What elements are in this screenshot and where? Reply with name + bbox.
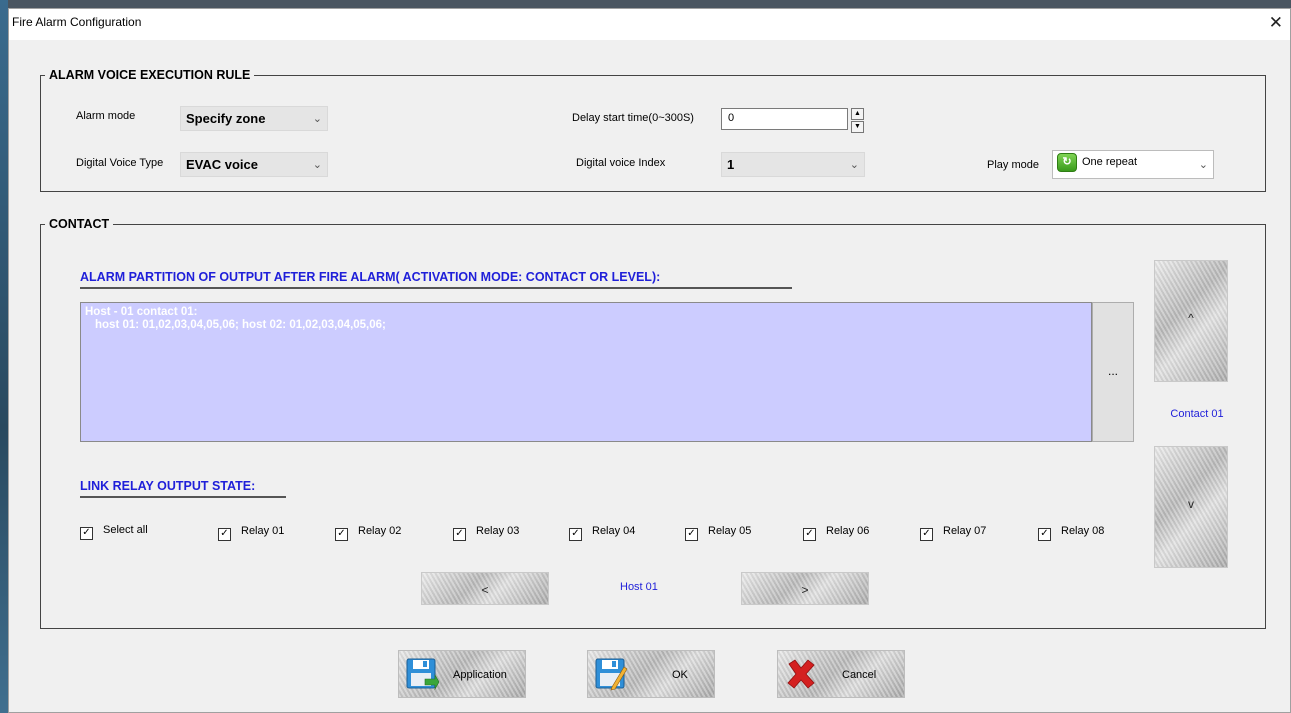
relay-02-label: Relay 02: [358, 525, 402, 537]
checkbox-checked-icon: ✓: [335, 528, 348, 541]
voice-type-label: Digital Voice Type: [76, 157, 164, 169]
checkbox-checked-icon: ✓: [1038, 528, 1051, 541]
delay-start-label: Delay start time(0~300S): [572, 112, 694, 124]
relay-01-label: Relay 01: [241, 525, 285, 537]
chevron-down-icon: ⌄: [1198, 159, 1208, 171]
relay-04-checkbox[interactable]: ✓ Relay 04: [569, 525, 635, 541]
relay-07-label: Relay 07: [943, 525, 987, 537]
checkbox-checked-icon: ✓: [685, 528, 698, 541]
title-bar: Fire Alarm Configuration ✕: [9, 9, 1290, 40]
partition-line-2: host 01: 01,02,03,04,05,06; host 02: 01,…: [95, 319, 386, 331]
contact-up-button[interactable]: ^: [1154, 260, 1228, 382]
host-prev-button[interactable]: <: [421, 572, 549, 605]
ok-button[interactable]: OK: [587, 650, 715, 698]
delay-start-input[interactable]: 0: [721, 108, 848, 130]
contact-label: Contact 01: [1170, 408, 1224, 420]
relay-03-label: Relay 03: [476, 525, 520, 537]
close-icon[interactable]: ✕: [1269, 14, 1283, 31]
voice-index-select[interactable]: 1 ⌄: [721, 152, 865, 177]
cancel-label: Cancel: [842, 669, 877, 681]
application-button[interactable]: Application: [398, 650, 526, 698]
play-mode-value: One repeat: [1082, 156, 1138, 168]
select-all-checkbox[interactable]: ✓ Select all: [80, 524, 148, 540]
chevron-down-icon: ⌄: [312, 159, 322, 171]
alarm-mode-select[interactable]: Specify zone ⌄: [180, 106, 328, 131]
spin-down-icon[interactable]: ▼: [851, 121, 864, 133]
checkbox-checked-icon: ✓: [803, 528, 816, 541]
chevron-down-icon: ⌄: [312, 113, 322, 125]
window-title: Fire Alarm Configuration: [12, 15, 142, 29]
partition-heading: ALARM PARTITION OF OUTPUT AFTER FIRE ALA…: [80, 270, 792, 289]
voice-type-select[interactable]: EVAC voice ⌄: [180, 152, 328, 177]
red-x-icon: [787, 659, 815, 689]
relay-06-checkbox[interactable]: ✓ Relay 06: [803, 525, 869, 541]
save-edit-icon: [595, 658, 628, 691]
ok-label: OK: [672, 669, 688, 681]
save-icon: [406, 658, 439, 691]
alarm-mode-label: Alarm mode: [76, 110, 136, 122]
partition-memo[interactable]: Host - 01 contact 01: host 01: 01,02,03,…: [80, 302, 1092, 442]
relay-05-label: Relay 05: [708, 525, 752, 537]
voice-index-label: Digital voice Index: [576, 157, 666, 169]
voice-index-value: 1: [727, 157, 735, 172]
relay-08-label: Relay 08: [1061, 525, 1105, 537]
alarm-voice-rule-legend: ALARM VOICE EXECUTION RULE: [49, 68, 251, 82]
application-label: Application: [453, 669, 507, 681]
select-all-label: Select all: [103, 524, 148, 536]
relay-06-label: Relay 06: [826, 525, 870, 537]
relay-heading: LINK RELAY OUTPUT STATE:: [80, 479, 286, 498]
relay-04-label: Relay 04: [592, 525, 636, 537]
relay-02-checkbox[interactable]: ✓ Relay 02: [335, 525, 401, 541]
voice-type-value: EVAC voice: [186, 157, 259, 172]
relay-05-checkbox[interactable]: ✓ Relay 05: [685, 525, 751, 541]
cancel-button[interactable]: Cancel: [777, 650, 905, 698]
fire-alarm-config-window: Fire Alarm Configuration ✕ ALARM VOICE E…: [8, 8, 1291, 713]
checkbox-checked-icon: ✓: [569, 528, 582, 541]
relay-01-checkbox[interactable]: ✓ Relay 01: [218, 525, 284, 541]
play-mode-label: Play mode: [987, 159, 1039, 171]
checkbox-checked-icon: ✓: [80, 527, 93, 540]
play-mode-select[interactable]: ↻ One repeat ⌄: [1052, 150, 1214, 179]
relay-07-checkbox[interactable]: ✓ Relay 07: [920, 525, 986, 541]
repeat-once-icon: ↻: [1057, 153, 1077, 172]
relay-03-checkbox[interactable]: ✓ Relay 03: [453, 525, 519, 541]
host-label: Host 01: [620, 581, 658, 593]
spin-up-icon[interactable]: ▲: [851, 108, 864, 120]
host-next-button[interactable]: >: [741, 572, 869, 605]
dialog-client: ALARM VOICE EXECUTION RULE Alarm mode Sp…: [10, 40, 1289, 710]
contact-down-button[interactable]: v: [1154, 446, 1228, 568]
checkbox-checked-icon: ✓: [453, 528, 466, 541]
checkbox-checked-icon: ✓: [920, 528, 933, 541]
browse-partition-button[interactable]: ...: [1092, 302, 1134, 442]
checkbox-checked-icon: ✓: [218, 528, 231, 541]
relay-08-checkbox[interactable]: ✓ Relay 08: [1038, 525, 1104, 541]
chevron-down-icon: ⌄: [849, 159, 859, 171]
delay-spin-buttons[interactable]: ▲ ▼: [851, 108, 864, 133]
partition-line-1: Host - 01 contact 01:: [85, 306, 198, 318]
alarm-mode-value: Specify zone: [186, 111, 266, 126]
desktop-edge: [0, 0, 8, 713]
contact-legend: CONTACT: [49, 217, 110, 231]
